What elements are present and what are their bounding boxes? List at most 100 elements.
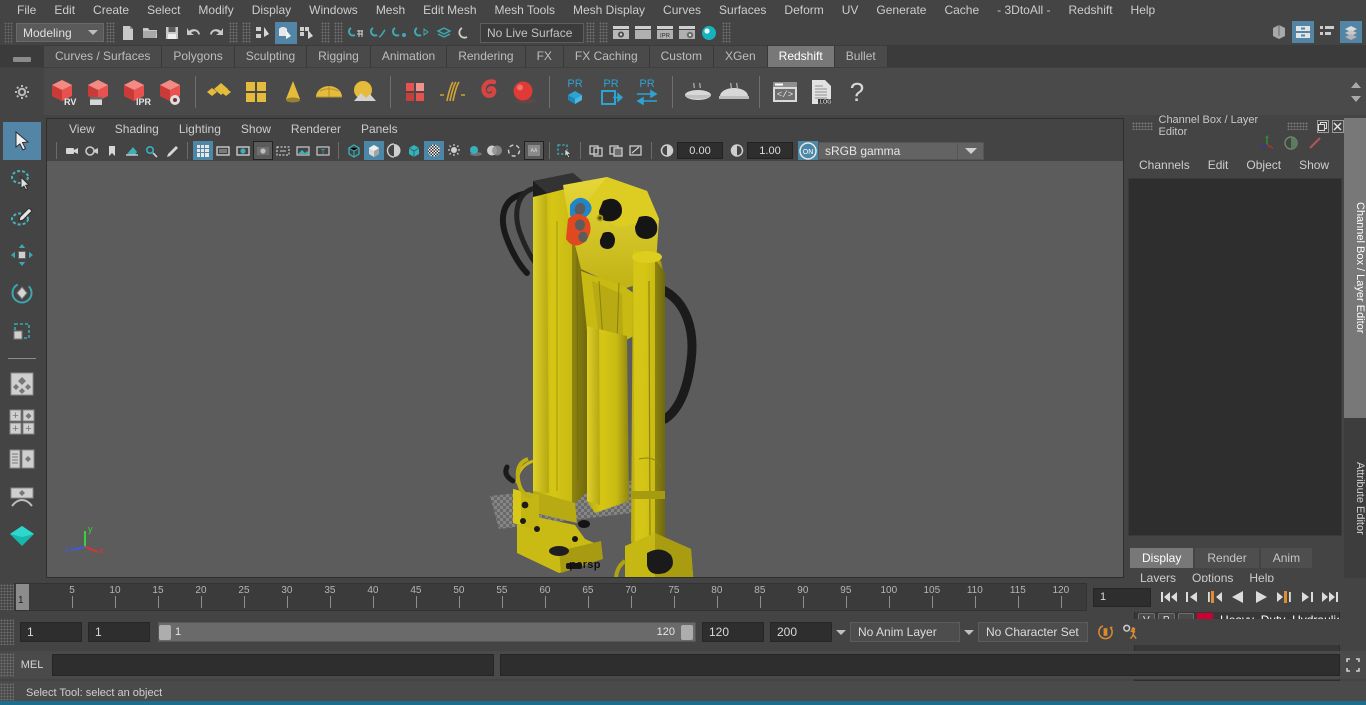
close-panel-icon[interactable] [1331, 119, 1344, 133]
layer-tab-display[interactable]: Display [1130, 548, 1194, 568]
step-back-key-icon[interactable] [1205, 588, 1224, 607]
menu-file[interactable]: File [8, 0, 45, 20]
film-gate-icon[interactable] [213, 141, 233, 160]
select-by-component-type-icon[interactable] [297, 22, 319, 44]
character-set-chevron-down-icon[interactable] [960, 630, 978, 635]
menu-edit-mesh[interactable]: Edit Mesh [414, 0, 485, 20]
layer-tab-render[interactable]: Render [1195, 548, 1259, 568]
xray-active-components-icon[interactable] [626, 141, 646, 160]
viewport-3d-canvas[interactable]: y x z persp [47, 161, 1123, 577]
shelf-tab-fx-caching[interactable]: FX Caching [563, 46, 650, 67]
shelf-button-redshift-render-sequence[interactable] [80, 70, 116, 114]
animation-preferences-icon[interactable] [1121, 623, 1140, 642]
status-separator-6[interactable] [586, 22, 595, 43]
shelf-button-redshift-pr-export[interactable]: PR [593, 70, 629, 114]
image-plane-icon[interactable] [122, 141, 142, 160]
menu-surfaces[interactable]: Surfaces [710, 0, 775, 20]
shelf-button-redshift-material-blender[interactable] [239, 70, 275, 114]
shelf-button-redshift-proxy[interactable] [398, 70, 434, 114]
shaded-wireframe-icon[interactable] [384, 141, 404, 160]
channel-box-drag-dots-right[interactable] [1287, 122, 1308, 130]
shelf-button-redshift-bake-1[interactable] [680, 70, 716, 114]
current-frame-field[interactable]: 1 [1093, 587, 1151, 607]
play-forwards-icon[interactable] [1251, 588, 1270, 607]
ipr-render-icon[interactable]: IPR [654, 22, 676, 44]
vtab-channel-box-layer-editor[interactable]: Channel Box / Layer Editor [1344, 118, 1366, 418]
lights-icon[interactable] [444, 141, 464, 160]
expand-script-editor-icon[interactable] [1344, 656, 1362, 674]
anim-layer-select[interactable]: No Anim Layer [850, 622, 960, 642]
undo-icon[interactable] [183, 22, 205, 44]
character-set-select[interactable]: No Character Set [978, 622, 1088, 642]
show-hide-attribute-editor-icon[interactable] [1292, 21, 1314, 43]
move-tool-button[interactable] [3, 236, 41, 274]
menu-create[interactable]: Create [84, 0, 138, 20]
paint-select-tool-button[interactable] [3, 198, 41, 236]
xray-icon[interactable] [586, 141, 606, 160]
scale-tool-button[interactable] [3, 312, 41, 350]
shelf-tab-xgen[interactable]: XGen [713, 46, 768, 67]
menu-edit[interactable]: Edit [45, 0, 84, 20]
playback-start-field[interactable]: 1 [88, 622, 150, 642]
safe-action-icon[interactable] [293, 141, 313, 160]
ambient-occlusion-icon[interactable] [484, 141, 504, 160]
shadows-icon[interactable] [464, 141, 484, 160]
time-slider-drag-handle[interactable] [0, 584, 14, 610]
rotate-tool-button[interactable] [3, 274, 41, 312]
shelf-tab-curves-surfaces[interactable]: Curves / Surfaces [44, 46, 163, 67]
menu-set-selector[interactable]: Modeling [16, 23, 104, 42]
outliner-persp-layout-button[interactable] [3, 441, 41, 479]
menu-modify[interactable]: Modify [189, 0, 242, 20]
menu-3dtoall[interactable]: - 3DtoAll - [988, 0, 1059, 20]
go-to-start-icon[interactable] [1159, 588, 1178, 607]
status-separator-4[interactable] [321, 22, 330, 43]
save-scene-icon[interactable] [161, 22, 183, 44]
shelf-button-redshift-dome-light[interactable] [311, 70, 347, 114]
select-camera-icon[interactable] [62, 141, 82, 160]
menu-uv[interactable]: UV [833, 0, 868, 20]
gate-mask-icon[interactable] [253, 141, 273, 160]
channel-box-menu-show[interactable]: Show [1290, 158, 1338, 172]
shelf-button-redshift-physical-sun[interactable] [347, 70, 383, 114]
show-hide-modeling-toolkit-icon[interactable] [1268, 21, 1290, 43]
lasso-select-tool-button[interactable] [3, 160, 41, 198]
shelf-button-redshift-log[interactable]: .LOG [803, 70, 839, 114]
title-safe-icon[interactable]: T [313, 141, 333, 160]
viewport-menu-lighting[interactable]: Lighting [169, 119, 231, 140]
render-settings-icon[interactable] [676, 22, 698, 44]
output-channels-icon[interactable] [1282, 135, 1300, 154]
status-separator-5[interactable] [334, 22, 343, 43]
menu-help[interactable]: Help [1122, 0, 1165, 20]
play-backwards-icon[interactable] [1228, 588, 1247, 607]
viewport-menu-view[interactable]: View [59, 119, 105, 140]
show-hide-channel-box-icon[interactable] [1340, 21, 1362, 43]
viewport-menu-panels[interactable]: Panels [351, 119, 408, 140]
select-by-hierarchy-icon[interactable] [253, 22, 275, 44]
restore-panel-icon[interactable] [1316, 119, 1329, 133]
show-hide-tool-settings-icon[interactable] [1316, 21, 1338, 43]
textured-icon[interactable] [424, 141, 444, 160]
shelf-tab-polygons[interactable]: Polygons [162, 46, 235, 67]
playback-end-field[interactable]: 120 [702, 622, 764, 642]
exposure-field[interactable]: 0.00 [677, 142, 723, 159]
redo-icon[interactable] [205, 22, 227, 44]
shelf-button-redshift-hair[interactable] [434, 70, 470, 114]
open-scene-icon[interactable] [139, 22, 161, 44]
time-slider-track[interactable]: 1 5 10 15 20 25 30 35 40 45 50 55 60 65 70 75 80 85 90 95 1… [14, 583, 1087, 611]
color-management-toggle-icon[interactable]: ON [798, 141, 818, 160]
snap-to-grid-icon[interactable] [345, 22, 367, 44]
anim-layer-chevron-down-icon[interactable] [832, 630, 850, 635]
current-time-indicator[interactable]: 1 [16, 584, 29, 610]
animation-end-field[interactable]: 200 [770, 622, 832, 642]
camera-attributes-icon[interactable] [82, 141, 102, 160]
hypershade-icon[interactable] [698, 22, 720, 44]
shelf-tab-sculpting[interactable]: Sculpting [234, 46, 308, 67]
menu-mesh-tools[interactable]: Mesh Tools [486, 0, 564, 20]
use-default-material-icon[interactable] [404, 141, 424, 160]
shelf-button-redshift-help[interactable]: ? [839, 70, 875, 114]
render-current-frame-icon[interactable] [610, 22, 632, 44]
vtab-attribute-editor[interactable]: Attribute Editor [1344, 418, 1366, 578]
menu-redshift[interactable]: Redshift [1060, 0, 1122, 20]
range-start-handle[interactable] [159, 624, 171, 640]
snap-to-curve-icon[interactable] [367, 22, 389, 44]
